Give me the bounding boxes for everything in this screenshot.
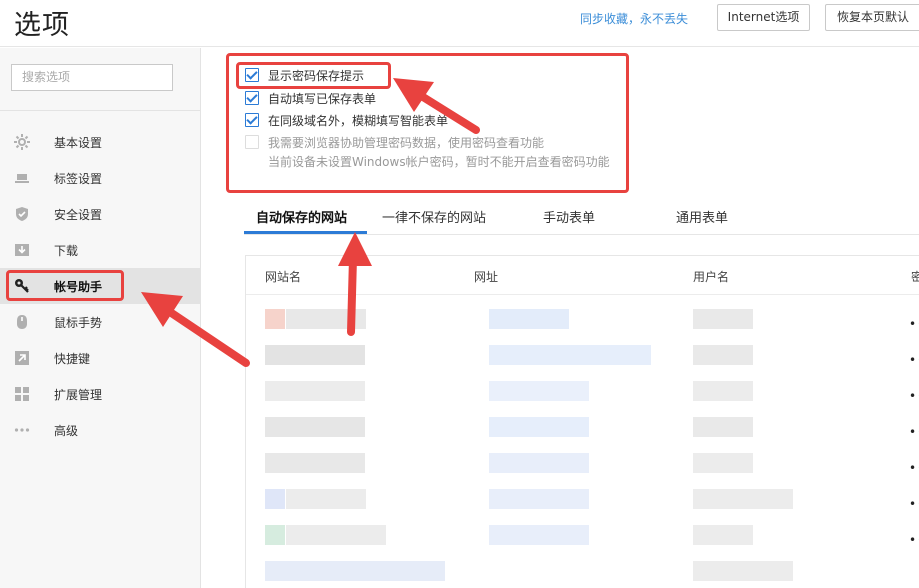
mouse-icon: [17, 315, 27, 329]
site-favicon-blurred: [265, 525, 285, 545]
site-favicon-blurred: [265, 309, 285, 329]
blurred-cell: [286, 309, 366, 329]
checkbox[interactable]: [245, 91, 259, 105]
sync-link[interactable]: 同步收藏，永不丢失: [580, 10, 688, 27]
blurred-cell: [489, 417, 589, 437]
blurred-cell: [265, 381, 365, 401]
blurred-cell: [265, 561, 445, 581]
option-label: 在同级域名外，模糊填写智能表单: [268, 114, 449, 128]
sidebar-divider: [0, 110, 200, 111]
blurred-cell: [693, 525, 753, 545]
more-dots-icon: [14, 428, 30, 432]
table-row[interactable]: ••: [246, 309, 919, 345]
sidebar-item-label: 鼠标手势: [54, 316, 103, 330]
blurred-cell: [286, 489, 366, 509]
header-bar: 选项 同步收藏，永不丢失 Internet选项 恢复本页默认: [0, 0, 919, 47]
site-favicon-blurred: [265, 489, 285, 509]
option-label: 我需要浏览器协助管理密码数据，使用密码查看功能: [268, 136, 545, 150]
password-mask: ••: [909, 425, 919, 439]
sidebar-item-tabs[interactable]: 标签设置: [0, 160, 200, 196]
blurred-cell: [693, 381, 753, 401]
restore-defaults-button[interactable]: 恢复本页默认: [825, 4, 919, 31]
sidebar-item-basic[interactable]: 基本设置: [0, 124, 200, 160]
blurred-cell: [265, 453, 365, 473]
sidebar-item-label: 扩展管理: [54, 388, 103, 402]
password-mask: ••: [909, 461, 919, 475]
key-icon: [15, 279, 29, 293]
sidebar-item-label: 快捷键: [54, 352, 91, 366]
blurred-cell: [693, 309, 753, 329]
blurred-cell: [489, 345, 651, 365]
sidebar-item-label: 高级: [54, 424, 79, 438]
sidebar: 搜索选项 基本设置 标签设置 安全设置 下载 帐号助手 鼠标手势 快捷键 扩展管…: [0, 48, 201, 588]
column-header-url: 网址: [474, 270, 499, 284]
tab-never-save-sites[interactable]: 一律不保存的网站: [382, 207, 486, 226]
windows-password-note: 当前设备未设置Windows帐户密码，暂时不能开启查看密码功能: [268, 155, 610, 169]
column-header-username: 用户名: [693, 270, 730, 284]
blurred-cell: [489, 453, 589, 473]
sidebar-item-download[interactable]: 下载: [0, 232, 200, 268]
password-mask: ••: [909, 497, 919, 511]
gear-icon: [14, 134, 30, 150]
page-title: 选项: [14, 10, 70, 41]
table-row[interactable]: ••: [246, 489, 919, 525]
blurred-cell: [489, 525, 589, 545]
tab-common-forms[interactable]: 通用表单: [676, 207, 728, 226]
blurred-cell: [489, 381, 589, 401]
tab-manual-forms[interactable]: 手动表单: [543, 207, 595, 226]
blurred-cell: [693, 345, 753, 365]
blurred-cell: [693, 489, 793, 509]
tab-auto-saved-sites[interactable]: 自动保存的网站: [256, 207, 347, 226]
table-row[interactable]: ••: [246, 525, 919, 561]
option-label: 自动填写已保存表单: [268, 92, 377, 106]
blurred-cell: [693, 453, 753, 473]
table-row[interactable]: ••: [246, 453, 919, 489]
checkbox: [245, 135, 259, 149]
download-icon: [15, 244, 29, 256]
option-label: 显示密码保存提示: [268, 69, 365, 83]
search-input[interactable]: 搜索选项: [11, 64, 173, 91]
header-divider: [246, 294, 919, 295]
table-row[interactable]: [246, 561, 919, 588]
blurred-cell: [489, 489, 589, 509]
laptop-icon: [15, 174, 29, 183]
sidebar-item-account[interactable]: 帐号助手: [0, 268, 200, 304]
sidebar-item-mouse-gesture[interactable]: 鼠标手势: [0, 304, 200, 340]
sidebar-item-shortcuts[interactable]: 快捷键: [0, 340, 200, 376]
sidebar-item-label: 标签设置: [54, 172, 103, 186]
password-mask: ••: [909, 353, 919, 367]
column-header-site-name: 网站名: [265, 270, 302, 284]
checkbox[interactable]: [245, 113, 259, 127]
internet-options-button[interactable]: Internet选项: [717, 4, 810, 31]
saved-sites-table: 网站名 网址 用户名 密 •• •• •• •• •• ••: [245, 255, 919, 588]
blurred-cell: [286, 525, 386, 545]
sidebar-item-label: 帐号助手: [54, 280, 103, 294]
password-mask: ••: [909, 389, 919, 403]
sidebar-item-security[interactable]: 安全设置: [0, 196, 200, 232]
blurred-cell: [265, 417, 365, 437]
shortcut-arrow-icon: [15, 351, 29, 365]
blurred-cell: [693, 561, 793, 581]
table-row[interactable]: ••: [246, 345, 919, 381]
sidebar-item-label: 下载: [54, 244, 79, 258]
blurred-cell: [489, 309, 569, 329]
column-header-password: 密: [911, 270, 919, 284]
sidebar-item-label: 基本设置: [54, 136, 103, 150]
blurred-cell: [693, 417, 753, 437]
blurred-cell: [265, 345, 365, 365]
sidebar-item-label: 安全设置: [54, 208, 103, 222]
sidebar-item-advanced[interactable]: 高级: [0, 412, 200, 448]
password-mask: ••: [909, 533, 919, 547]
password-mask: ••: [909, 317, 919, 331]
table-row[interactable]: ••: [246, 381, 919, 417]
tabs-divider: [244, 234, 919, 235]
shield-check-icon: [16, 207, 28, 221]
checkbox[interactable]: [245, 68, 259, 82]
grid-icon: [15, 387, 29, 401]
table-row[interactable]: ••: [246, 417, 919, 453]
sidebar-item-extensions[interactable]: 扩展管理: [0, 376, 200, 412]
